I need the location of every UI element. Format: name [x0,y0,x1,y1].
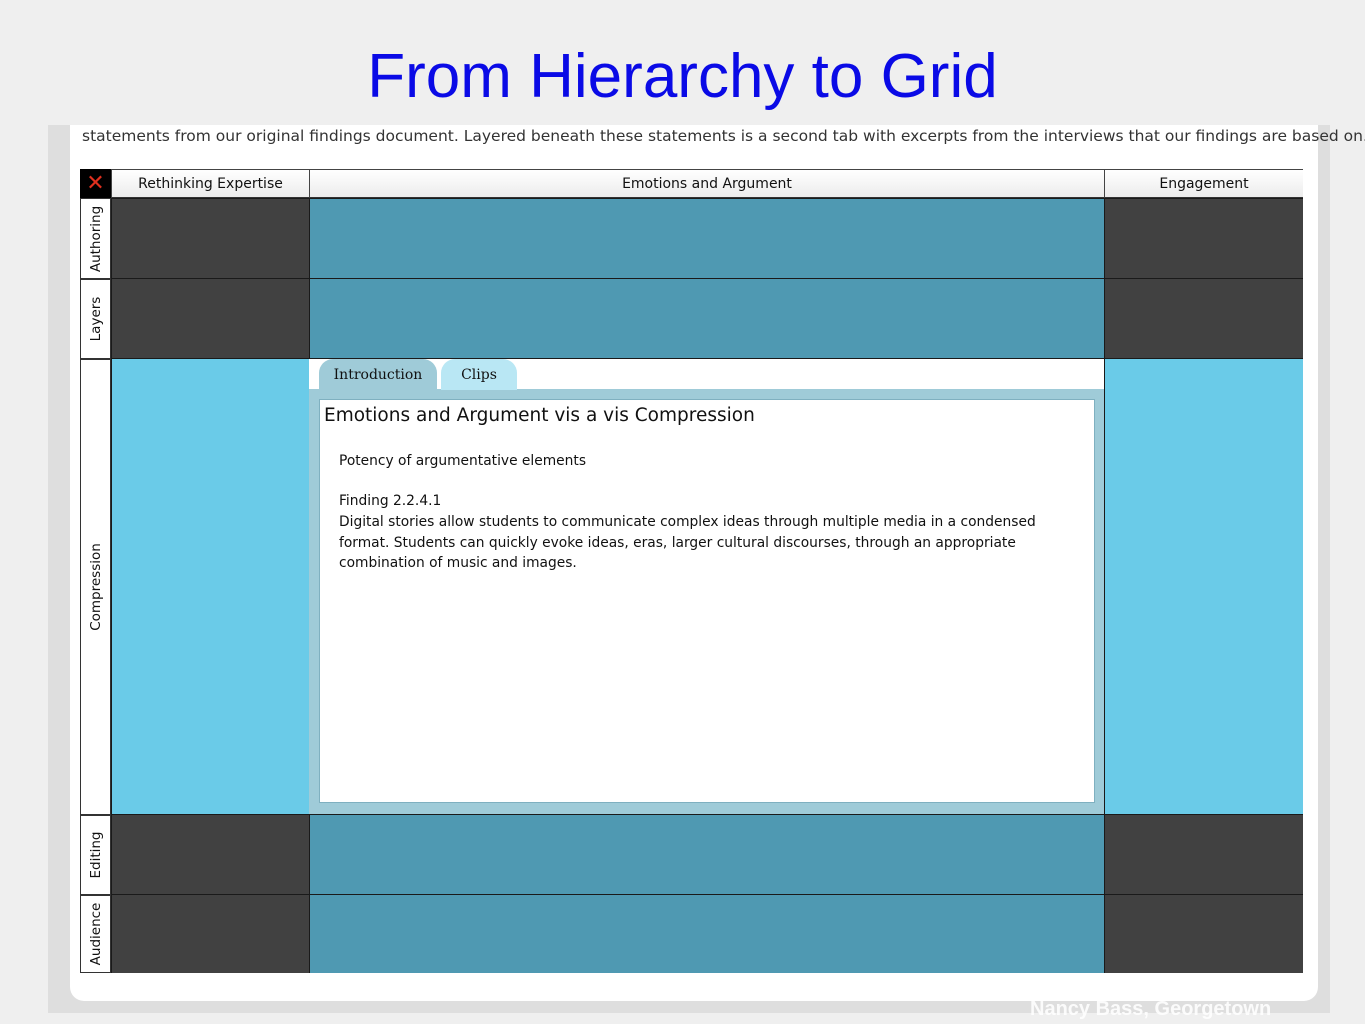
grid-cell[interactable] [111,814,310,895]
grid-cell[interactable] [1104,198,1303,279]
finding-panel: Emotions and Argument vis a vis Compress… [309,359,1104,814]
column-header-emotions-and-argument[interactable]: Emotions and Argument [309,169,1105,198]
grid-cell[interactable] [309,814,1105,895]
close-icon[interactable]: ✕ [80,169,111,198]
grid-cell[interactable] [309,278,1105,359]
tab-content: Emotions and Argument vis a vis Compress… [319,399,1095,803]
row-header-editing[interactable]: Editing [80,814,111,895]
finding-subheading: Potency of argumentative elements [339,453,587,469]
grid-cell[interactable] [309,198,1105,279]
row-header-audience[interactable]: Audience [80,894,111,973]
grid-cell[interactable] [1104,814,1303,895]
column-header-engagement[interactable]: Engagement [1104,169,1303,198]
grid-cell[interactable] [309,894,1105,973]
tab-introduction[interactable]: Introduction [319,359,437,390]
grid-cell[interactable] [1104,358,1303,815]
tab-clips[interactable]: Clips [441,359,517,390]
grid-cell[interactable] [1104,278,1303,359]
finding-text: Digital stories allow students to commun… [339,514,1036,571]
row-header-authoring[interactable]: Authoring [80,198,111,279]
finding-heading: Emotions and Argument vis a vis Compress… [324,405,755,426]
slide-title: From Hierarchy to Grid [367,42,998,111]
grid-cell[interactable] [111,358,310,815]
grid-cell[interactable] [111,198,310,279]
finding-id: Finding 2.2.4.1 [339,493,442,509]
row-header-compression[interactable]: Compression [80,358,111,815]
intro-text: statements from our original findings do… [82,127,1365,145]
grid-cell[interactable] [111,894,310,973]
grid-cell[interactable] [1104,894,1303,973]
tab-content-frame: Emotions and Argument vis a vis Compress… [309,389,1104,814]
footer-credit: Nancy Bass, Georgetown [1030,998,1272,1020]
row-header-layers[interactable]: Layers [80,278,111,359]
column-header-rethinking-expertise[interactable]: Rethinking Expertise [111,169,310,198]
grid-cell[interactable] [111,278,310,359]
